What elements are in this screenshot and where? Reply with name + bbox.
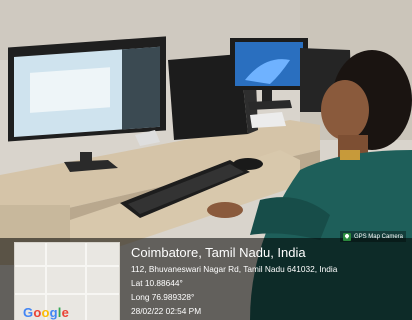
location-datetime: 28/02/22 02:54 PM	[131, 306, 202, 316]
badge-label: GPS Map Camera	[353, 233, 403, 240]
photo-frame: Google GPS Map Camera Coimbatore, Tamil …	[0, 0, 412, 320]
map-pin-icon	[342, 232, 351, 241]
location-longitude: Long 76.989328°	[131, 292, 195, 302]
map-thumbnail: Google	[14, 242, 120, 320]
location-latitude: Lat 10.88644°	[131, 278, 183, 288]
location-city: Coimbatore, Tamil Nadu, India	[131, 245, 306, 260]
location-info: Coimbatore, Tamil Nadu, India 112, Bhuva…	[131, 245, 403, 317]
google-logo: Google	[23, 305, 70, 320]
gps-map-camera-badge: GPS Map Camera	[339, 231, 406, 242]
location-address: 112, Bhuvaneswari Nagar Rd, Tamil Nadu 6…	[131, 264, 338, 274]
